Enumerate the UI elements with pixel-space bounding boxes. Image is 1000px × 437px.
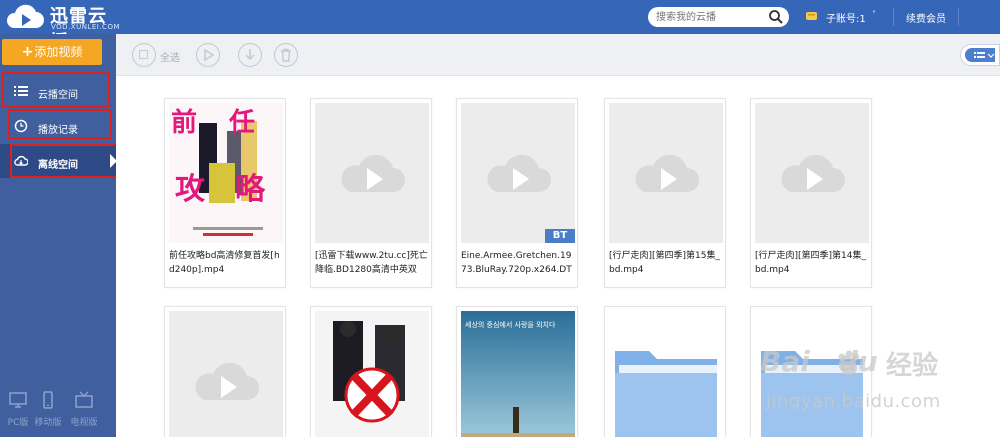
folder-thumb	[609, 311, 723, 437]
file-name: [迅雷下载www.2tu.cc]死亡降临.BD1280高清中英双	[315, 251, 428, 275]
add-video-label: 添加视频	[34, 45, 83, 59]
file-tile[interactable]: 세상의 중심에서 사랑을 외치다	[456, 306, 578, 437]
search-input[interactable]	[656, 10, 766, 24]
download-icon	[245, 49, 255, 61]
select-all-label[interactable]: 全选	[160, 49, 180, 64]
sidebar-item-label: 播放记录	[38, 125, 78, 136]
file-name: 前任攻略bd高清修复首发[hd240p].mp4	[169, 251, 280, 275]
sidebar-item-label: 云播空间	[38, 90, 78, 101]
select-all-checkbox[interactable]	[132, 43, 156, 67]
file-tile[interactable]: [迅雷下载www.2tu.cc]死亡降临.BD1280高清中英双	[310, 98, 432, 288]
cloud-play-icon	[341, 154, 405, 192]
file-toolbar: 全选	[116, 34, 1000, 76]
search-box[interactable]	[648, 7, 789, 27]
poster-image-icon: 前 任 攻 略	[169, 103, 283, 243]
video-placeholder	[169, 311, 283, 437]
header-divider	[893, 8, 894, 26]
poster-image-icon: 세상의 중심에서 사랑을 외치다	[461, 311, 575, 437]
grid-view-icon	[965, 48, 995, 62]
platform-mobile-link[interactable]: 移动版	[30, 391, 66, 428]
cloud-play-icon	[487, 154, 551, 192]
sidebar: +添加视频 云播空间 播放记录 离线空间 PC版 移动版 电视版	[0, 34, 124, 437]
poster-title-char: 攻	[175, 172, 206, 207]
plus-icon: +	[21, 44, 34, 60]
file-tile[interactable]: [行尸走肉][第四季]第15集_bd.mp4	[604, 98, 726, 288]
top-header: 迅雷云播 VOD.XUNLEI.COM 子账号:1 ˅ 续费会员	[0, 0, 1000, 53]
watermark-url: jingyan.baidu.com	[766, 391, 941, 412]
file-tile[interactable]	[604, 306, 726, 437]
cloud-play-icon	[195, 362, 259, 400]
paw-icon	[838, 350, 860, 375]
play-icon	[204, 48, 215, 62]
chevron-down-icon: ˅	[872, 10, 876, 19]
checkbox-icon	[139, 50, 148, 59]
cloud-play-icon	[6, 4, 44, 29]
folder-icon	[615, 351, 717, 437]
list-icon	[14, 86, 28, 96]
file-name: [行尸走肉][第四季]第14集_bd.mp4	[755, 251, 866, 275]
search-icon[interactable]	[768, 9, 784, 25]
account-icon	[806, 12, 817, 20]
platform-label: 移动版	[34, 418, 62, 428]
tv-icon	[75, 391, 93, 408]
cloud-download-icon	[14, 155, 28, 166]
download-button[interactable]	[238, 43, 262, 67]
add-video-button[interactable]: +添加视频	[2, 39, 102, 65]
cloud-play-icon	[635, 154, 699, 192]
platform-links: PC版 移动版 电视版	[0, 391, 116, 431]
renew-membership-link[interactable]: 续费会员	[906, 10, 946, 25]
sub-account-label: 子账号:1	[826, 14, 866, 25]
video-poster	[315, 311, 429, 437]
play-button[interactable]	[196, 43, 220, 67]
trash-icon	[281, 48, 291, 62]
platform-label: 电视版	[70, 418, 98, 428]
sidebar-item-offline-space[interactable]: 离线空间	[0, 144, 124, 178]
watermark-jingyan: 经验	[886, 351, 939, 381]
sidebar-item-cloud-space[interactable]: 云播空间	[0, 72, 116, 108]
video-poster: 세상의 중심에서 사랑을 외치다	[461, 311, 575, 437]
poster-text: 세상의 중심에서 사랑을 외치다	[465, 320, 556, 329]
bt-badge: BT	[545, 229, 575, 243]
delete-button[interactable]	[274, 43, 298, 67]
video-placeholder	[315, 103, 429, 243]
video-poster: 前 任 攻 略	[169, 103, 283, 243]
video-placeholder	[755, 103, 869, 243]
video-placeholder	[609, 103, 723, 243]
view-mode-toggle[interactable]	[960, 44, 1000, 66]
poster-title-char: 任	[228, 108, 255, 138]
file-tile[interactable]: [行尸走肉][第四季]第14集_bd.mp4	[750, 98, 872, 288]
file-tile[interactable]	[164, 306, 286, 437]
file-tile[interactable]	[310, 306, 432, 437]
file-name: [行尸走肉][第四季]第15集_bd.mp4	[609, 251, 720, 275]
video-placeholder: BT	[461, 103, 575, 243]
platform-tv-link[interactable]: 电视版	[66, 391, 102, 428]
file-tile[interactable]: 前 任 攻 略 前任攻略bd高清修复首发[hd240p].mp4	[164, 98, 286, 288]
poster-title-char: 前	[171, 107, 197, 138]
monitor-icon	[9, 392, 27, 408]
poster-title-char: 略	[235, 172, 266, 207]
baidu-watermark: Bai du 经验 jingyan.baidu.com	[760, 345, 1000, 437]
sidebar-item-label: 离线空间	[38, 160, 78, 171]
clock-icon	[14, 119, 28, 133]
header-divider	[958, 8, 959, 26]
app-logo[interactable]: 迅雷云播 VOD.XUNLEI.COM	[4, 2, 124, 53]
phone-icon	[43, 391, 53, 409]
app-subtitle: VOD.XUNLEI.COM	[51, 23, 120, 31]
sidebar-item-play-history[interactable]: 播放记录	[0, 109, 116, 143]
poster-image-icon	[315, 311, 429, 437]
cloud-play-icon	[781, 154, 845, 192]
file-name: Eine.Armee.Gretchen.1973.BluRay.720p.x26…	[461, 251, 572, 275]
file-tile[interactable]: BT Eine.Armee.Gretchen.1973.BluRay.720p.…	[456, 98, 578, 288]
